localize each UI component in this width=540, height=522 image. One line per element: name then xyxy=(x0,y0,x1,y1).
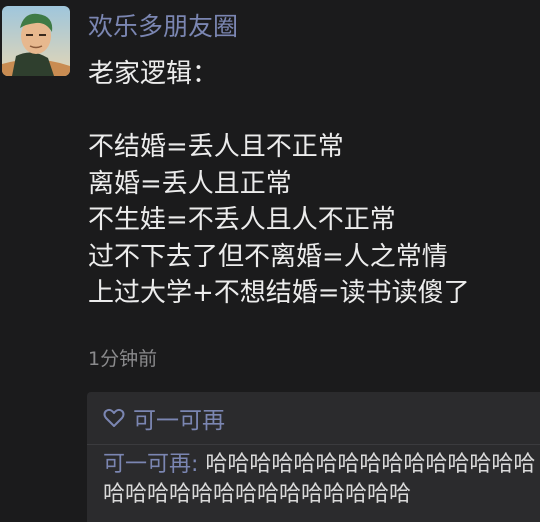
post-text-line: 老家逻辑： xyxy=(88,59,219,89)
post-text-line xyxy=(88,93,528,130)
post-text-line: 过不下去了但不离婚=人之常情 xyxy=(88,241,448,272)
post-author-name[interactable]: 欢乐多朋友圈 xyxy=(88,10,238,44)
comments-panel: 可一可再 可一可再: 哈哈哈哈哈哈哈哈哈哈哈哈哈哈哈哈哈哈哈哈哈哈哈哈哈哈哈哈哈 xyxy=(87,392,540,522)
avatar-image xyxy=(2,6,70,76)
comments-divider xyxy=(87,444,540,445)
heart-icon xyxy=(103,408,125,428)
post-text-line: 离婚=丢人且正常 xyxy=(88,168,292,199)
post-text-line: 不结婚=丢人且不正常 xyxy=(88,132,344,162)
avatar[interactable] xyxy=(2,6,70,76)
like-user-name[interactable]: 可一可再 xyxy=(133,401,225,435)
post-text: 老家逻辑： 不结婚=丢人且不正常 离婚=丢人且正常 不生娃=不丢人且人不正常 过… xyxy=(88,56,528,312)
comment-item[interactable]: 可一可再: 哈哈哈哈哈哈哈哈哈哈哈哈哈哈哈哈哈哈哈哈哈哈哈哈哈哈哈哈哈 xyxy=(103,450,540,510)
post-text-line: 不生娃=不丢人且人不正常 xyxy=(88,205,396,235)
post-timestamp: 1分钟前 xyxy=(88,348,158,370)
likes-row: 可一可再 xyxy=(103,402,225,434)
comment-author[interactable]: 可一可再: xyxy=(103,452,198,477)
post-text-line: 上过大学+不想结婚=读书读傻了 xyxy=(88,278,470,308)
